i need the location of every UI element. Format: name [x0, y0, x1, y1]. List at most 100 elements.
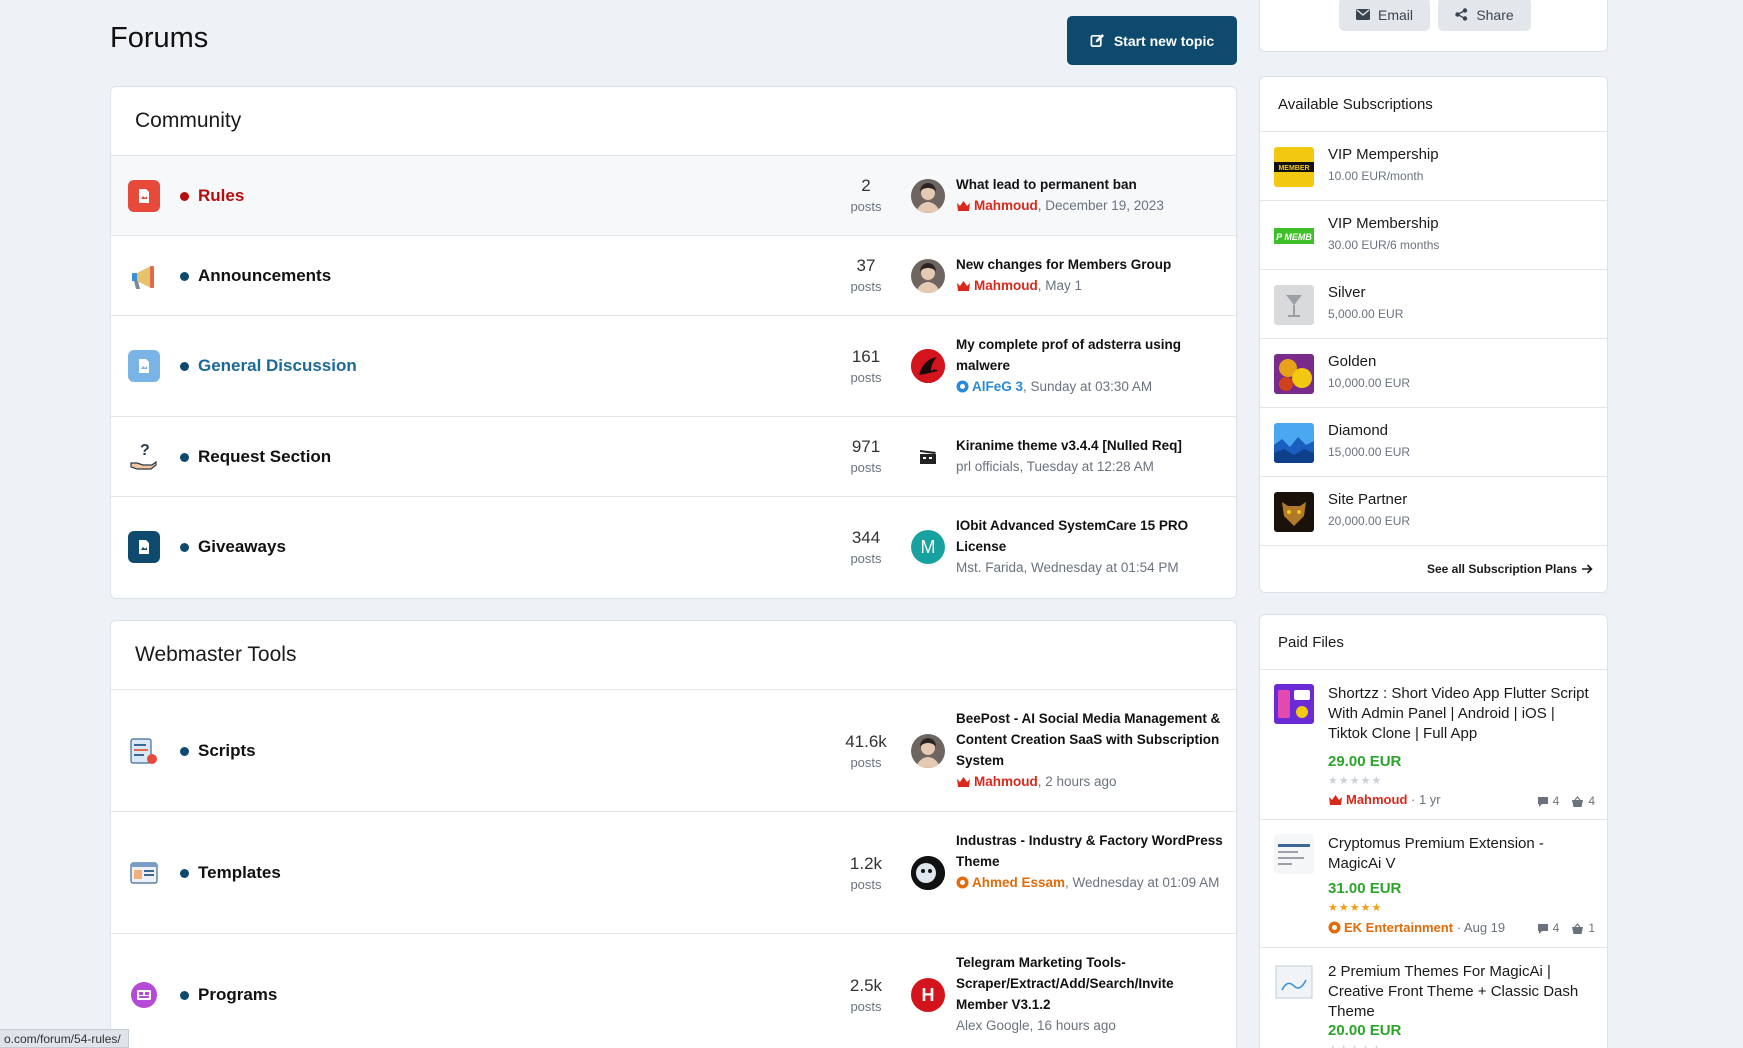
subscription-price: 30.00 EUR/6 months	[1328, 238, 1440, 252]
avatar[interactable]	[911, 734, 945, 768]
file-title[interactable]: 2 Premium Themes For MagicAi | Creative …	[1328, 962, 1593, 1022]
last-post-title[interactable]: What lead to permanent ban	[956, 174, 1224, 195]
author-name[interactable]: Mahmoud	[974, 774, 1038, 789]
avatar[interactable]	[911, 349, 945, 383]
file-title[interactable]: Cryptomus Premium Extension - MagicAi V	[1328, 834, 1593, 874]
webmaster-tools-title[interactable]: Webmaster Tools	[111, 621, 1236, 690]
svg-text:P MEMB: P MEMB	[1276, 232, 1312, 242]
author-name[interactable]: Mahmoud	[974, 198, 1038, 213]
forum-row-giveaways[interactable]: Giveaways 344 posts M IObit Advanced Sys…	[111, 497, 1236, 598]
subscription-item[interactable]: P MEMB VIP Membership 30.00 EUR/6 months	[1260, 201, 1607, 270]
post-date: , Wednesday at 01:09 AM	[1065, 875, 1220, 890]
file-item[interactable]: Cryptomus Premium Extension - MagicAi V …	[1260, 820, 1607, 948]
share-button[interactable]: Share	[1438, 0, 1531, 31]
avatar[interactable]	[911, 856, 945, 890]
forum-row-scripts[interactable]: Scripts 41.6k posts BeePost - AI Social …	[111, 690, 1236, 812]
avatar[interactable]	[911, 440, 945, 474]
last-post-title[interactable]: BeePost - AI Social Media Management & C…	[956, 708, 1224, 771]
forum-title[interactable]: Request Section	[198, 447, 331, 467]
subscriptions-title: Available Subscriptions	[1260, 77, 1607, 132]
subscription-name: VIP Membership	[1328, 215, 1439, 232]
subscription-thumbnail: P MEMB	[1274, 216, 1314, 256]
forum-row-templates[interactable]: Templates 1.2k posts Industras - Industr…	[111, 812, 1236, 934]
megaphone-icon	[128, 260, 160, 292]
post-count-label: posts	[850, 279, 882, 294]
file-item[interactable]: 2 Premium Themes For MagicAi | Creative …	[1260, 948, 1607, 1048]
basket-icon	[1572, 795, 1584, 807]
comment-count: 4	[1552, 794, 1560, 808]
file-stats: 4 4	[1537, 794, 1595, 808]
forum-row-announcements[interactable]: Announcements 37 posts New changes for M…	[111, 236, 1236, 316]
last-post-title[interactable]: IObit Advanced SystemCare 15 PRO License	[956, 515, 1224, 557]
last-post: Telegram Marketing Tools-Scraper/Extract…	[956, 952, 1224, 1036]
post-count-label: posts	[850, 460, 882, 475]
forum-row-request-section[interactable]: ? Request Section 971 posts Kiranime the…	[111, 417, 1236, 497]
gear-badge-icon	[956, 876, 969, 889]
document-icon	[128, 350, 160, 382]
author-name[interactable]: Ahmed Essam	[972, 875, 1065, 890]
forum-title[interactable]: Announcements	[198, 266, 331, 286]
start-new-topic-button[interactable]: Start new topic	[1067, 16, 1237, 65]
subscription-item[interactable]: Diamond 15,000.00 EUR	[1260, 408, 1607, 477]
question-hand-icon: ?	[128, 441, 160, 473]
last-post-meta: prl officials, Tuesday at 12:28 AM	[956, 459, 1154, 474]
avatar[interactable]: H	[911, 978, 945, 1012]
comment-icon	[1537, 796, 1548, 807]
post-count: 37 posts	[836, 256, 896, 294]
author-name[interactable]: EK Entertainment	[1344, 920, 1453, 935]
svg-text:?: ?	[140, 442, 150, 459]
forum-title[interactable]: General Discussion	[198, 356, 357, 376]
subscription-item[interactable]: Silver 5,000.00 EUR	[1260, 270, 1607, 339]
author-name[interactable]: Mahmoud	[974, 278, 1038, 293]
last-post: What lead to permanent ban Mahmoud, Dece…	[956, 174, 1224, 216]
forum-title[interactable]: Templates	[198, 863, 281, 883]
subscription-item[interactable]: Golden 10,000.00 EUR	[1260, 339, 1607, 408]
file-thumbnail	[1274, 684, 1314, 724]
forum-row-programs[interactable]: Programs 2.5k posts H Telegram Marketing…	[111, 934, 1236, 1048]
last-post-title[interactable]: New changes for Members Group	[956, 254, 1224, 275]
last-post-title[interactable]: Kiranime theme v3.4.4 [Nulled Req]	[956, 435, 1224, 456]
file-title[interactable]: Shortzz : Short Video App Flutter Script…	[1328, 684, 1593, 744]
unread-indicator	[180, 747, 189, 756]
email-share-button[interactable]: Email	[1339, 0, 1430, 31]
forum-title[interactable]: Scripts	[198, 741, 256, 761]
forum-row-general-discussion[interactable]: General Discussion 161 posts My complete…	[111, 316, 1236, 417]
subscription-price: 20,000.00 EUR	[1328, 514, 1411, 528]
share-card: Email Share	[1259, 0, 1608, 52]
rating-stars: ★★★★★	[1328, 775, 1383, 787]
file-thumbnail	[1274, 962, 1314, 1002]
last-post-title[interactable]: Industras - Industry & Factory WordPress…	[956, 830, 1224, 872]
svg-text:MEMBER: MEMBER	[1278, 165, 1309, 172]
last-post-title[interactable]: My complete prof of adsterra using malwe…	[956, 334, 1224, 376]
see-all-label: See all Subscription Plans	[1426, 562, 1577, 576]
subscription-item[interactable]: Site Partner 20,000.00 EUR	[1260, 477, 1607, 546]
subscription-name: Silver	[1328, 284, 1366, 301]
unread-indicator	[180, 453, 189, 462]
forum-row-rules[interactable]: Rules 2 posts What lead to permanent ban…	[111, 156, 1236, 236]
forum-title[interactable]: Programs	[198, 985, 277, 1005]
avatar[interactable]	[911, 179, 945, 213]
last-post-title[interactable]: Telegram Marketing Tools-Scraper/Extract…	[956, 952, 1224, 1015]
subscription-item[interactable]: MEMBER VIP Mempership 10.00 EUR/month	[1260, 132, 1607, 201]
document-icon	[128, 531, 160, 563]
forum-title[interactable]: Rules	[198, 186, 244, 206]
post-count: 41.6k posts	[836, 732, 896, 770]
post-count-label: posts	[850, 999, 882, 1014]
subscription-thumbnail: MEMBER	[1274, 147, 1314, 187]
unread-indicator	[180, 543, 189, 552]
forum-title[interactable]: Giveaways	[198, 537, 286, 557]
file-thumbnail	[1274, 834, 1314, 874]
author-name[interactable]: Mahmoud	[1346, 792, 1407, 807]
post-count-value: 37	[856, 256, 876, 275]
post-count-value: 41.6k	[845, 732, 887, 751]
crown-icon	[957, 777, 970, 787]
avatar[interactable]: M	[911, 530, 945, 564]
avatar[interactable]	[911, 259, 945, 293]
community-title[interactable]: Community	[111, 87, 1236, 156]
file-age: · Aug 19	[1456, 920, 1506, 935]
see-all-subscriptions-link[interactable]: See all Subscription Plans	[1260, 546, 1607, 592]
author-name[interactable]: AlFeG 3	[972, 379, 1023, 394]
post-count: 971 posts	[836, 437, 896, 475]
file-item[interactable]: Shortzz : Short Video App Flutter Script…	[1260, 670, 1607, 820]
last-post: Kiranime theme v3.4.4 [Nulled Req] prl o…	[956, 435, 1224, 477]
